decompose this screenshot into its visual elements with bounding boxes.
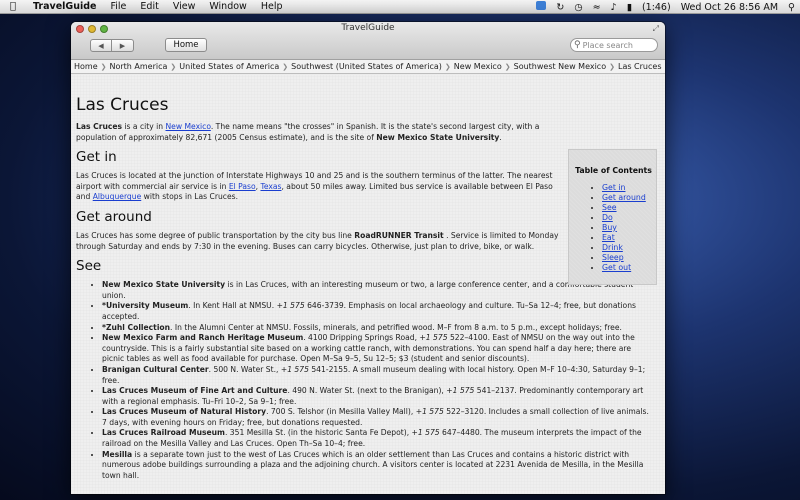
link-texas[interactable]: Texas	[260, 182, 281, 191]
list-item: Las Cruces Museum of Natural History. 70…	[102, 407, 651, 428]
battery-icon[interactable]: ▮	[622, 2, 637, 13]
list-item: Branigan Cultural Center. 500 N. Water S…	[102, 365, 651, 386]
window-title: TravelGuide	[341, 23, 395, 33]
fullscreen-icon[interactable]: ⤢	[653, 24, 659, 34]
back-arrow-icon[interactable]: ◀	[90, 39, 112, 52]
breadcrumb: Home ❯ North America ❯ United States of Am…	[71, 60, 665, 74]
battery-time[interactable]: (1:46)	[637, 2, 676, 13]
breadcrumb-southwest[interactable]: Southwest (United States of America)	[291, 62, 442, 71]
chevron-right-icon: ❯	[504, 62, 511, 71]
toc-link-eat[interactable]: Eat	[602, 233, 615, 242]
toc-link-sleep[interactable]: Sleep	[602, 253, 624, 262]
breadcrumb-usa[interactable]: United States of America	[179, 62, 279, 71]
list-item: *University Museum. In Kent Hall at NMSU…	[102, 301, 651, 322]
list-item: New Mexico Farm and Ranch Heritage Museu…	[102, 333, 651, 365]
chevron-right-icon: ❯	[444, 62, 451, 71]
volume-icon[interactable]: ♪	[606, 2, 622, 13]
menu-view[interactable]: View	[166, 1, 203, 12]
chevron-right-icon: ❯	[609, 62, 615, 71]
home-button[interactable]: Home	[165, 38, 207, 52]
toc-link-get-around[interactable]: Get around	[602, 193, 646, 202]
link-el-paso[interactable]: El Paso	[229, 182, 256, 191]
toc-link-buy[interactable]: Buy	[602, 223, 617, 232]
toc-title: Table of Contents	[575, 166, 652, 175]
breadcrumb-new-mexico[interactable]: New Mexico	[454, 62, 502, 71]
chevron-right-icon: ❯	[282, 62, 289, 71]
menu-help[interactable]: Help	[254, 1, 290, 12]
menu-file[interactable]: File	[104, 1, 134, 12]
search-input[interactable]	[582, 40, 653, 50]
titlebar[interactable]: TravelGuide ⤢ ◀ ▶ Home ⚲	[71, 22, 665, 60]
list-item: *Zuhl Collection. In the Alumni Center a…	[102, 323, 651, 334]
intro-paragraph: Las Cruces is a city in New Mexico. The …	[76, 122, 540, 142]
breadcrumb-north-america[interactable]: North America	[110, 62, 168, 71]
get-in-paragraph: Las Cruces is located at the junction of…	[76, 171, 553, 202]
page-title: Las Cruces	[76, 95, 169, 115]
toc-list: Get in Get around See Do Buy Eat Drink S…	[575, 183, 652, 273]
breadcrumb-home[interactable]: Home	[74, 62, 98, 71]
menu-edit[interactable]: Edit	[133, 1, 165, 12]
chevron-right-icon: ❯	[170, 62, 177, 71]
toc-link-get-out[interactable]: Get out	[602, 263, 631, 272]
search-icon: ⚲	[574, 40, 581, 50]
menubar-clock[interactable]: Wed Oct 26 8:56 AM	[676, 2, 783, 13]
status-tray: ↻ ◷ ≈ ♪ ▮ (1:46) Wed Oct 26 8:56 AM ⚲	[531, 0, 800, 14]
menubar:  TravelGuide File Edit View Window Help…	[0, 0, 800, 14]
link-albuquerque[interactable]: Albuquerque	[93, 192, 142, 201]
list-item: Mesilla is a separate town just to the w…	[102, 450, 651, 482]
list-item: Las Cruces Railroad Museum. 351 Mesilla …	[102, 428, 651, 449]
wifi-icon[interactable]: ≈	[588, 2, 606, 13]
menu-app-name[interactable]: TravelGuide	[26, 1, 104, 12]
see-list: New Mexico State University is in Las Cr…	[76, 280, 651, 481]
get-around-paragraph: Las Cruces has some degree of public tra…	[76, 230, 559, 251]
breadcrumb-southwest-nm[interactable]: Southwest New Mexico	[514, 62, 607, 71]
apple-icon[interactable]: 	[0, 1, 26, 12]
sync-icon[interactable]: ↻	[551, 2, 569, 13]
timemachine-icon[interactable]: ◷	[569, 2, 587, 13]
toc-link-see[interactable]: See	[602, 203, 617, 212]
article-content[interactable]: Las Cruces Las Cruces is a city in New M…	[71, 75, 665, 494]
toc-link-drink[interactable]: Drink	[602, 243, 623, 252]
toc-link-get-in[interactable]: Get in	[602, 183, 625, 192]
table-of-contents: Table of Contents Get in Get around See …	[568, 149, 657, 285]
link-new-mexico[interactable]: New Mexico	[166, 122, 211, 131]
dropbox-icon[interactable]	[531, 1, 551, 13]
search-field[interactable]: ⚲	[570, 38, 658, 52]
forward-arrow-icon[interactable]: ▶	[112, 39, 134, 52]
breadcrumb-las-cruces[interactable]: Las Cruces	[618, 62, 662, 71]
toc-link-do[interactable]: Do	[602, 213, 613, 222]
list-item: Las Cruces Museum of Fine Art and Cultur…	[102, 386, 651, 407]
nav-buttons: ◀ ▶	[90, 39, 134, 52]
menu-window[interactable]: Window	[202, 1, 253, 12]
app-window: TravelGuide ⤢ ◀ ▶ Home ⚲ Home❯ North Ame…	[71, 22, 665, 494]
spotlight-icon[interactable]: ⚲	[783, 2, 800, 13]
chevron-right-icon: ❯	[100, 62, 107, 71]
